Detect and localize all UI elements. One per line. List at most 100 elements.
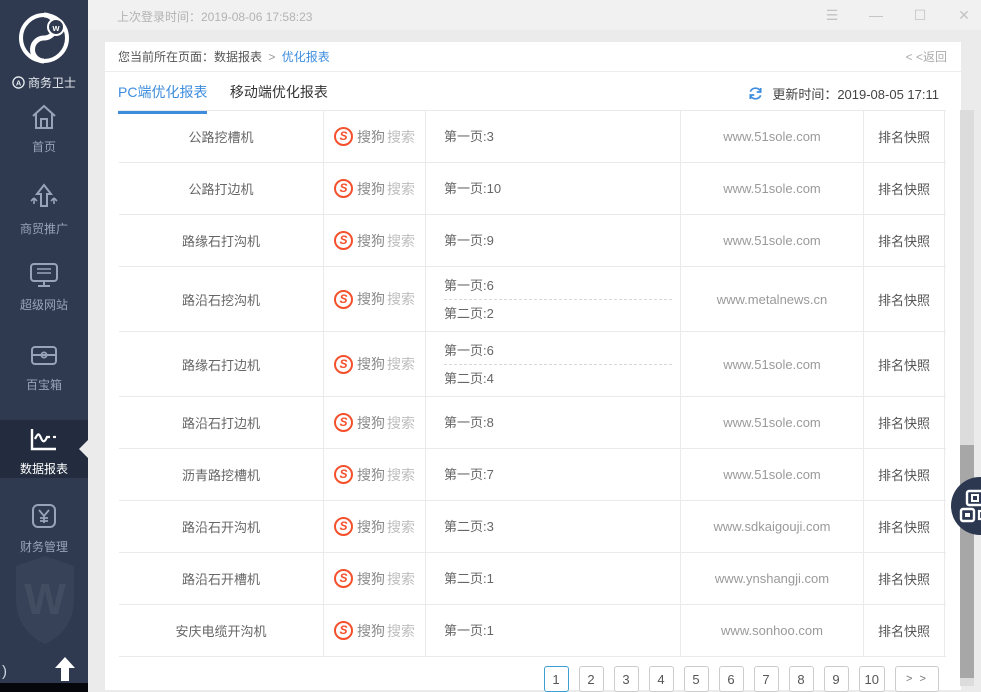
engine-cell: S 搜狗 搜索 — [323, 501, 425, 552]
minimize-icon[interactable]: — — [867, 4, 885, 26]
tab-pc-report[interactable]: PC端优化报表 — [118, 82, 207, 114]
page-button-1[interactable]: 1 — [544, 666, 569, 692]
engine-suffix: 搜索 — [387, 179, 415, 199]
engine-suffix: 搜索 — [387, 465, 415, 485]
website-cell: www.51sole.com — [680, 332, 863, 396]
refresh-icon[interactable] — [747, 85, 764, 102]
titlebar: 上次登录时间：2019-08-06 17:58:23 ☰ — ☐ ✕ — [88, 0, 981, 30]
sidebar-item-website[interactable]: 超级网站 — [0, 260, 88, 313]
sogou-logo-icon: S — [334, 569, 353, 588]
back-link[interactable]: < <返回 — [906, 42, 947, 72]
finance-icon — [28, 500, 60, 532]
app-logo-icon: w — [16, 10, 72, 66]
page-button-7[interactable]: 7 — [754, 666, 779, 692]
table-row: 沥青路挖槽机 S 搜狗 搜索 第一页:7 www.51sole.com 排名快照 — [119, 449, 946, 501]
svg-text:W: W — [24, 575, 66, 624]
sogou-logo-icon: S — [334, 179, 353, 198]
sidebar-item-promotion[interactable]: 商贸推广 — [0, 182, 88, 237]
snapshot-link[interactable]: 排名快照 — [878, 517, 930, 536]
page-button-4[interactable]: 4 — [649, 666, 674, 692]
rank-divider — [444, 364, 672, 365]
snapshot-link[interactable]: 排名快照 — [878, 465, 930, 484]
website-cell: www.51sole.com — [680, 111, 863, 162]
svg-text:w: w — [51, 23, 60, 33]
table-row: 公路挖槽机 S 搜狗 搜索 第一页:3 www.51sole.com 排名快照 — [119, 111, 946, 163]
rank-cell: 第一页:10 — [425, 163, 680, 214]
rank-cell: 第一页:9 — [425, 215, 680, 266]
engine-cell: S 搜狗 搜索 — [323, 553, 425, 604]
rank-value: 第一页:7 — [444, 462, 494, 487]
engine-cell: S 搜狗 搜索 — [323, 267, 425, 331]
maximize-icon[interactable]: ☐ — [911, 4, 929, 26]
keyword-cell: 路缘石打沟机 — [119, 215, 323, 266]
report-chart-icon — [27, 426, 61, 454]
engine-name: 搜狗 — [357, 621, 385, 641]
website-cell: www.sdkaigouji.com — [680, 501, 863, 552]
breadcrumb-bar: 您当前所在页面：数据报表 > 优化报表 < <返回 — [105, 42, 961, 72]
sidebar-item-home[interactable]: 首页 — [0, 102, 88, 155]
qr-code-icon — [959, 489, 981, 523]
sidebar-item-toolbox[interactable]: 百宝箱 — [0, 342, 88, 393]
snapshot-link[interactable]: 排名快照 — [878, 355, 930, 374]
sogou-logo-icon: S — [334, 413, 353, 432]
page-button-5[interactable]: 5 — [684, 666, 709, 692]
sidebar-bottom-strip — [0, 683, 88, 692]
brand-label: A 商务卫士 — [0, 74, 88, 91]
keyword-cell: 安庆电缆开沟机 — [119, 605, 323, 656]
rank-cell: 第一页:6第二页:4 — [425, 332, 680, 396]
engine-suffix: 搜索 — [387, 289, 415, 309]
page-button-10[interactable]: 10 — [859, 666, 885, 692]
rank-cell: 第一页:8 — [425, 397, 680, 448]
table-row: 路沿石挖沟机 S 搜狗 搜索 第一页:6第二页:2 www.metalnews.… — [119, 267, 946, 332]
breadcrumb-current[interactable]: 优化报表 — [282, 50, 330, 64]
table-row: 路沿石开沟机 S 搜狗 搜索 第二页:3 www.sdkaigouji.com … — [119, 501, 946, 553]
sidebar-item-reports[interactable]: 数据报表 — [0, 420, 88, 478]
snapshot-link[interactable]: 排名快照 — [878, 231, 930, 250]
engine-cell: S 搜狗 搜索 — [323, 397, 425, 448]
rank-cell: 第一页:6第二页:2 — [425, 267, 680, 331]
tab-mobile-report[interactable]: 移动端优化报表 — [230, 82, 328, 111]
close-icon[interactable]: ✕ — [955, 4, 973, 26]
keyword-cell: 路沿石开槽机 — [119, 553, 323, 604]
next-page-button[interactable]: > > — [895, 666, 939, 692]
website-icon — [28, 260, 60, 290]
engine-name: 搜狗 — [357, 231, 385, 251]
snapshot-link[interactable]: 排名快照 — [878, 413, 930, 432]
engine-cell: S 搜狗 搜索 — [323, 163, 425, 214]
sidebar-footer-glyph: ) — [2, 663, 7, 680]
main-panel: 您当前所在页面：数据报表 > 优化报表 < <返回 PC端优化报表 移动端优化报… — [105, 42, 961, 690]
menu-icon[interactable]: ☰ — [823, 4, 841, 26]
sogou-logo-icon: S — [334, 355, 353, 374]
rank-cell: 第一页:7 — [425, 449, 680, 500]
rank-value: 第二页:3 — [444, 514, 494, 539]
last-login-time: 上次登录时间：2019-08-06 17:58:23 — [117, 8, 312, 25]
rank-cell: 第一页:3 — [425, 111, 680, 162]
keyword-cell: 路沿石开沟机 — [119, 501, 323, 552]
page-button-6[interactable]: 6 — [719, 666, 744, 692]
snapshot-link[interactable]: 排名快照 — [878, 290, 930, 309]
table-row: 安庆电缆开沟机 S 搜狗 搜索 第一页:1 www.sonhoo.com 排名快… — [119, 605, 946, 657]
sidebar-item-label: 超级网站 — [0, 296, 88, 313]
toolbox-icon — [28, 342, 60, 370]
rank-divider — [444, 299, 672, 300]
active-item-notch — [79, 440, 88, 458]
rank-value: 第一页:8 — [444, 410, 494, 435]
snapshot-link[interactable]: 排名快照 — [878, 179, 930, 198]
snapshot-link[interactable]: 排名快照 — [878, 569, 930, 588]
page-button-9[interactable]: 9 — [824, 666, 849, 692]
back-to-top-button[interactable] — [50, 654, 80, 684]
snapshot-link[interactable]: 排名快照 — [878, 621, 930, 640]
engine-cell: S 搜狗 搜索 — [323, 605, 425, 656]
sidebar-item-finance[interactable]: 财务管理 — [0, 500, 88, 555]
engine-suffix: 搜索 — [387, 413, 415, 433]
page-button-3[interactable]: 3 — [614, 666, 639, 692]
engine-name: 搜狗 — [357, 179, 385, 199]
engine-name: 搜狗 — [357, 289, 385, 309]
page-button-8[interactable]: 8 — [789, 666, 814, 692]
brand: w A 商务卫士 — [0, 10, 88, 91]
page-button-2[interactable]: 2 — [579, 666, 604, 692]
snapshot-link[interactable]: 排名快照 — [878, 127, 930, 146]
svg-text:A: A — [16, 78, 22, 87]
promotion-icon — [28, 182, 60, 214]
keyword-cell: 沥青路挖槽机 — [119, 449, 323, 500]
